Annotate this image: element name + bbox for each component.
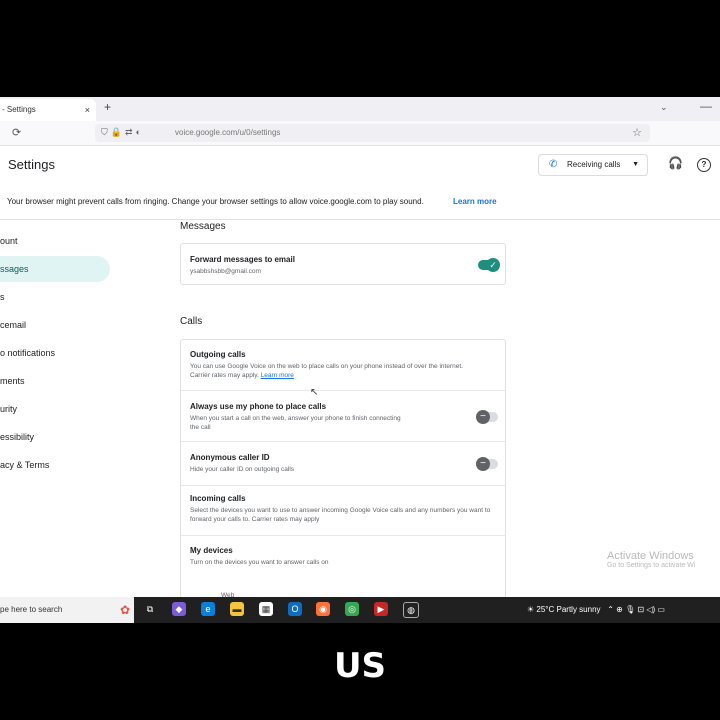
my-devices-desc: Turn on the devices you want to answer c…: [190, 559, 329, 566]
check-icon: ✓: [486, 258, 500, 272]
copilot-icon[interactable]: ◆: [172, 602, 186, 616]
edge-icon[interactable]: e: [201, 602, 215, 616]
sidebar-item-voicemail[interactable]: cemail: [0, 312, 26, 338]
sidebar-item-payments[interactable]: ments: [0, 368, 25, 394]
sound-warning-banner: Your browser might prevent calls from ri…: [0, 187, 720, 220]
outgoing-learn-more-link[interactable]: Learn more: [261, 372, 294, 379]
outgoing-calls-row: Outgoing calls You can use Google Voice …: [181, 340, 505, 391]
media-app-icon[interactable]: ▶: [374, 602, 388, 616]
my-devices-title: My devices: [190, 546, 233, 555]
forward-messages-row[interactable]: Forward messages to email ysabbshsbb@gma…: [181, 244, 505, 286]
banner-learn-more-link[interactable]: Learn more: [453, 187, 497, 217]
incoming-calls-title: Incoming calls: [190, 494, 246, 503]
receiving-calls-label: Receiving calls: [567, 160, 621, 169]
incoming-calls-desc: Select the devices you want to use to an…: [190, 507, 491, 523]
browser-tab-bar: - Settings × + ⌄ —: [0, 97, 720, 121]
outlook-icon[interactable]: O: [288, 602, 302, 616]
task-view-icon[interactable]: ⧉: [143, 602, 157, 616]
forward-messages-toggle[interactable]: ✓: [478, 258, 500, 272]
app-icon[interactable]: ◍: [403, 602, 419, 618]
sidebar-item-calls[interactable]: s: [0, 284, 5, 310]
windows-taskbar: pe here to search ✿ ⧉ ◆ e ▬ ▦ O ◉ ◎ ▶ ◍ …: [0, 597, 720, 623]
activate-windows-subtitle: Go to Settings to activate Wi: [607, 562, 696, 569]
activate-windows-title: Activate Windows: [607, 550, 694, 562]
taskbar-search-placeholder: pe here to search: [0, 605, 63, 614]
sidebar-item-account[interactable]: ount: [0, 228, 18, 254]
messages-card: Forward messages to email ysabbshsbb@gma…: [180, 243, 506, 285]
receiving-calls-button[interactable]: ✆ Receiving calls ▼: [538, 154, 648, 176]
minus-icon: −: [476, 410, 490, 424]
dropdown-arrow-icon: ▼: [632, 161, 639, 168]
firefox-icon[interactable]: ◉: [316, 602, 330, 616]
app-header: Settings ✆ Receiving calls ▼: [0, 145, 720, 187]
sidebar-item-notifications[interactable]: o notifications: [0, 340, 55, 366]
minus-icon: −: [476, 457, 490, 471]
browser-nav-bar: ⟳ ⛉🔒⇄◐ voice.google.com/u/0/settings ☆: [0, 121, 720, 146]
messages-section-title: Messages: [180, 221, 226, 232]
file-explorer-icon[interactable]: ▬: [230, 602, 244, 616]
weather-icon[interactable]: ☀: [527, 605, 534, 614]
chrome-icon[interactable]: ◎: [345, 602, 359, 616]
help-icon[interactable]: ?: [697, 158, 711, 172]
sidebar-item-accessibility[interactable]: essibility: [0, 424, 34, 450]
search-highlight-icon: ✿: [119, 603, 130, 617]
sidebar-item-security[interactable]: urity: [0, 396, 17, 422]
forward-messages-email: ysabbshsbb@gmail.com: [190, 268, 261, 275]
sidebar-item-messages[interactable]: ssages: [0, 256, 110, 282]
sidebar-item-privacy-terms[interactable]: acy & Terms: [0, 452, 49, 478]
video-caption: US: [333, 646, 387, 686]
system-tray: ☀ 25°C Partly sunny ⌃ ⊕ 🎙 ⊡ ◁) ▭: [527, 597, 665, 623]
mouse-pointer-icon: ↖: [310, 387, 319, 398]
calls-card: Outgoing calls You can use Google Voice …: [180, 339, 506, 623]
always-use-phone-title: Always use my phone to place calls: [190, 402, 327, 411]
store-icon[interactable]: ▦: [259, 602, 273, 616]
tab-list-icon[interactable]: ⌄: [660, 102, 668, 113]
tab-title: - Settings: [2, 105, 36, 114]
page-title: Settings: [8, 157, 55, 172]
url-text[interactable]: voice.google.com/u/0/settings: [175, 128, 280, 137]
browser-tab[interactable]: - Settings ×: [0, 99, 96, 121]
site-info-icon[interactable]: ⛉🔒⇄◐: [101, 127, 144, 138]
tray-icons[interactable]: ⌃ ⊕ 🎙 ⊡ ◁) ▭: [603, 605, 665, 614]
tab-close-icon[interactable]: ×: [85, 99, 90, 121]
taskbar-search-input[interactable]: pe here to search ✿: [0, 597, 134, 623]
outgoing-calls-title: Outgoing calls: [190, 350, 246, 359]
outgoing-calls-desc: You can use Google Voice on the web to p…: [190, 362, 480, 380]
anonymous-caller-id-desc: Hide your caller ID on outgoing calls: [190, 466, 295, 473]
weather-text[interactable]: 25°C Partly sunny: [536, 605, 600, 614]
window-minimize-icon[interactable]: —: [700, 99, 712, 113]
always-use-phone-toggle[interactable]: −: [476, 410, 498, 424]
address-bar[interactable]: ⛉🔒⇄◐ voice.google.com/u/0/settings ☆: [95, 124, 650, 142]
outgoing-calls-desc-text: You can use Google Voice on the web to p…: [190, 363, 463, 379]
phone-icon: ✆: [549, 159, 558, 170]
incoming-calls-row: Incoming calls Select the devices you wa…: [181, 486, 505, 536]
forward-messages-title: Forward messages to email: [190, 255, 295, 264]
anonymous-caller-id-title: Anonymous caller ID: [190, 453, 270, 462]
calls-section-title: Calls: [180, 316, 203, 327]
reload-icon[interactable]: ⟳: [12, 126, 21, 139]
banner-message: Your browser might prevent calls from ri…: [7, 197, 424, 206]
anonymous-caller-id-toggle[interactable]: −: [476, 457, 498, 471]
anonymous-caller-id-row[interactable]: Anonymous caller ID Hide your caller ID …: [181, 442, 505, 486]
bookmark-star-icon[interactable]: ☆: [632, 126, 642, 139]
always-use-phone-desc: When you start a call on the web, answer…: [190, 415, 401, 431]
headset-icon[interactable]: 🎧: [668, 156, 683, 170]
activate-windows-watermark: Activate Windows Go to Settings to activ…: [607, 550, 695, 569]
always-use-phone-row[interactable]: Always use my phone to place calls When …: [181, 391, 505, 442]
new-tab-icon[interactable]: +: [104, 100, 111, 114]
screen: - Settings × + ⌄ — ⟳ ⛉🔒⇄◐ voice.google.c…: [0, 97, 720, 623]
